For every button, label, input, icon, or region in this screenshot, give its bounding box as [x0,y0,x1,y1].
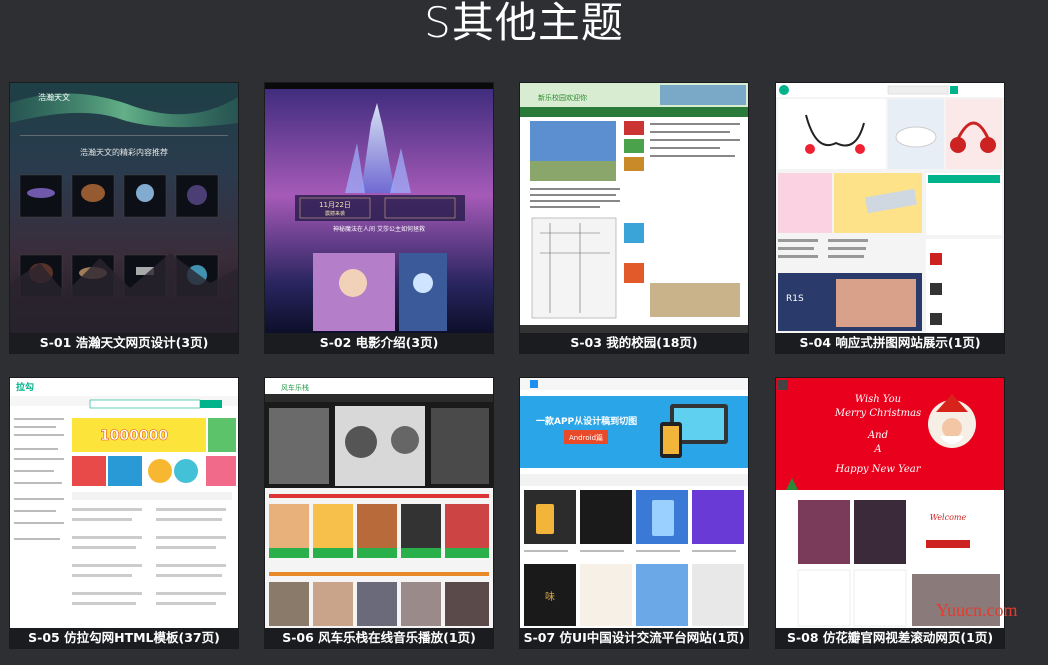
preview-title: 新乐校园欢迎你 [538,93,587,102]
preview-line1: Wish You [855,394,901,405]
card-thumbnail[interactable]: 一款APP从设计稿到切图 Android篇 味 [520,378,748,628]
watermark-text: Yuucn.com [936,600,1017,621]
theme-card-s07[interactable]: 一款APP从设计稿到切图 Android篇 味 [520,378,748,648]
theme-card-s01[interactable]: 浩瀚天文 浩瀚天文的精彩内容推荐 [10,83,238,353]
card-caption[interactable]: S-04 响应式拼图网站展示(1页) [776,333,1004,353]
card-thumbnail[interactable]: 新乐校园欢迎你 [520,83,748,333]
svg-text:R1S: R1S [786,294,804,304]
page-title: S其他主题 [0,0,1048,46]
theme-card-s06[interactable]: 风车乐栈 [265,378,493,648]
preview-sub: 震撼来袭 [325,210,345,217]
preview-line5: Happy New Year [834,464,921,475]
preview-logo: 拉勾 [16,381,34,393]
preview-welcome: Welcome [930,513,967,522]
preview-sub: Android篇 [569,433,603,442]
preview-line3: And [867,430,888,441]
card-caption[interactable]: S-01 浩瀚天文网页设计(3页) [10,333,238,353]
preview-banner: 一款APP从设计稿到切图 [536,415,637,427]
preview-date: 11月22日 [319,201,351,209]
preview-heading: 浩瀚天文的精彩内容推荐 [80,147,168,157]
card-thumbnail[interactable]: 浩瀚天文 浩瀚天文的精彩内容推荐 [10,83,238,333]
svg-text:味: 味 [545,591,555,603]
theme-card-s05[interactable]: 拉勾 1000000 [10,378,238,648]
card-thumbnail[interactable]: R1S [776,83,1004,333]
card-caption[interactable]: S-06 风车乐栈在线音乐播放(1页) [265,628,493,648]
card-caption[interactable]: S-03 我的校园(18页) [520,333,748,353]
card-thumbnail[interactable]: 风车乐栈 [265,378,493,628]
card-thumbnail[interactable]: 拉勾 1000000 [10,378,238,628]
theme-card-s02[interactable]: 11月22日 震撼来袭 神秘魔法在人间 艾莎公主如何拯救 S-02 电影介绍(3… [265,83,493,353]
card-thumbnail[interactable]: Wish You Merry Christmas And A Happy New… [776,378,1004,628]
preview-logo: 风车乐栈 [281,383,309,392]
preview-tagline: 神秘魔法在人间 艾莎公主如何拯救 [333,225,425,233]
preview-line4: A [873,444,881,455]
card-caption[interactable]: S-02 电影介绍(3页) [265,333,493,353]
card-caption[interactable]: S-07 仿UI中国设计交流平台网站(1页) [520,628,748,648]
preview-title: 浩瀚天文 [38,92,70,102]
preview-banner: 1000000 [100,428,168,444]
theme-card-s04[interactable]: R1S S-04 响应式拼图网站展示(1页) [776,83,1004,353]
card-caption[interactable]: S-08 仿花瓣官网视差滚动网页(1页) [776,628,1004,648]
card-caption[interactable]: S-05 仿拉勾网HTML模板(37页) [10,628,238,648]
theme-card-s03[interactable]: 新乐校园欢迎你 [520,83,748,353]
card-thumbnail[interactable]: 11月22日 震撼来袭 神秘魔法在人间 艾莎公主如何拯救 [265,83,493,333]
preview-line2: Merry Christmas [834,408,921,419]
